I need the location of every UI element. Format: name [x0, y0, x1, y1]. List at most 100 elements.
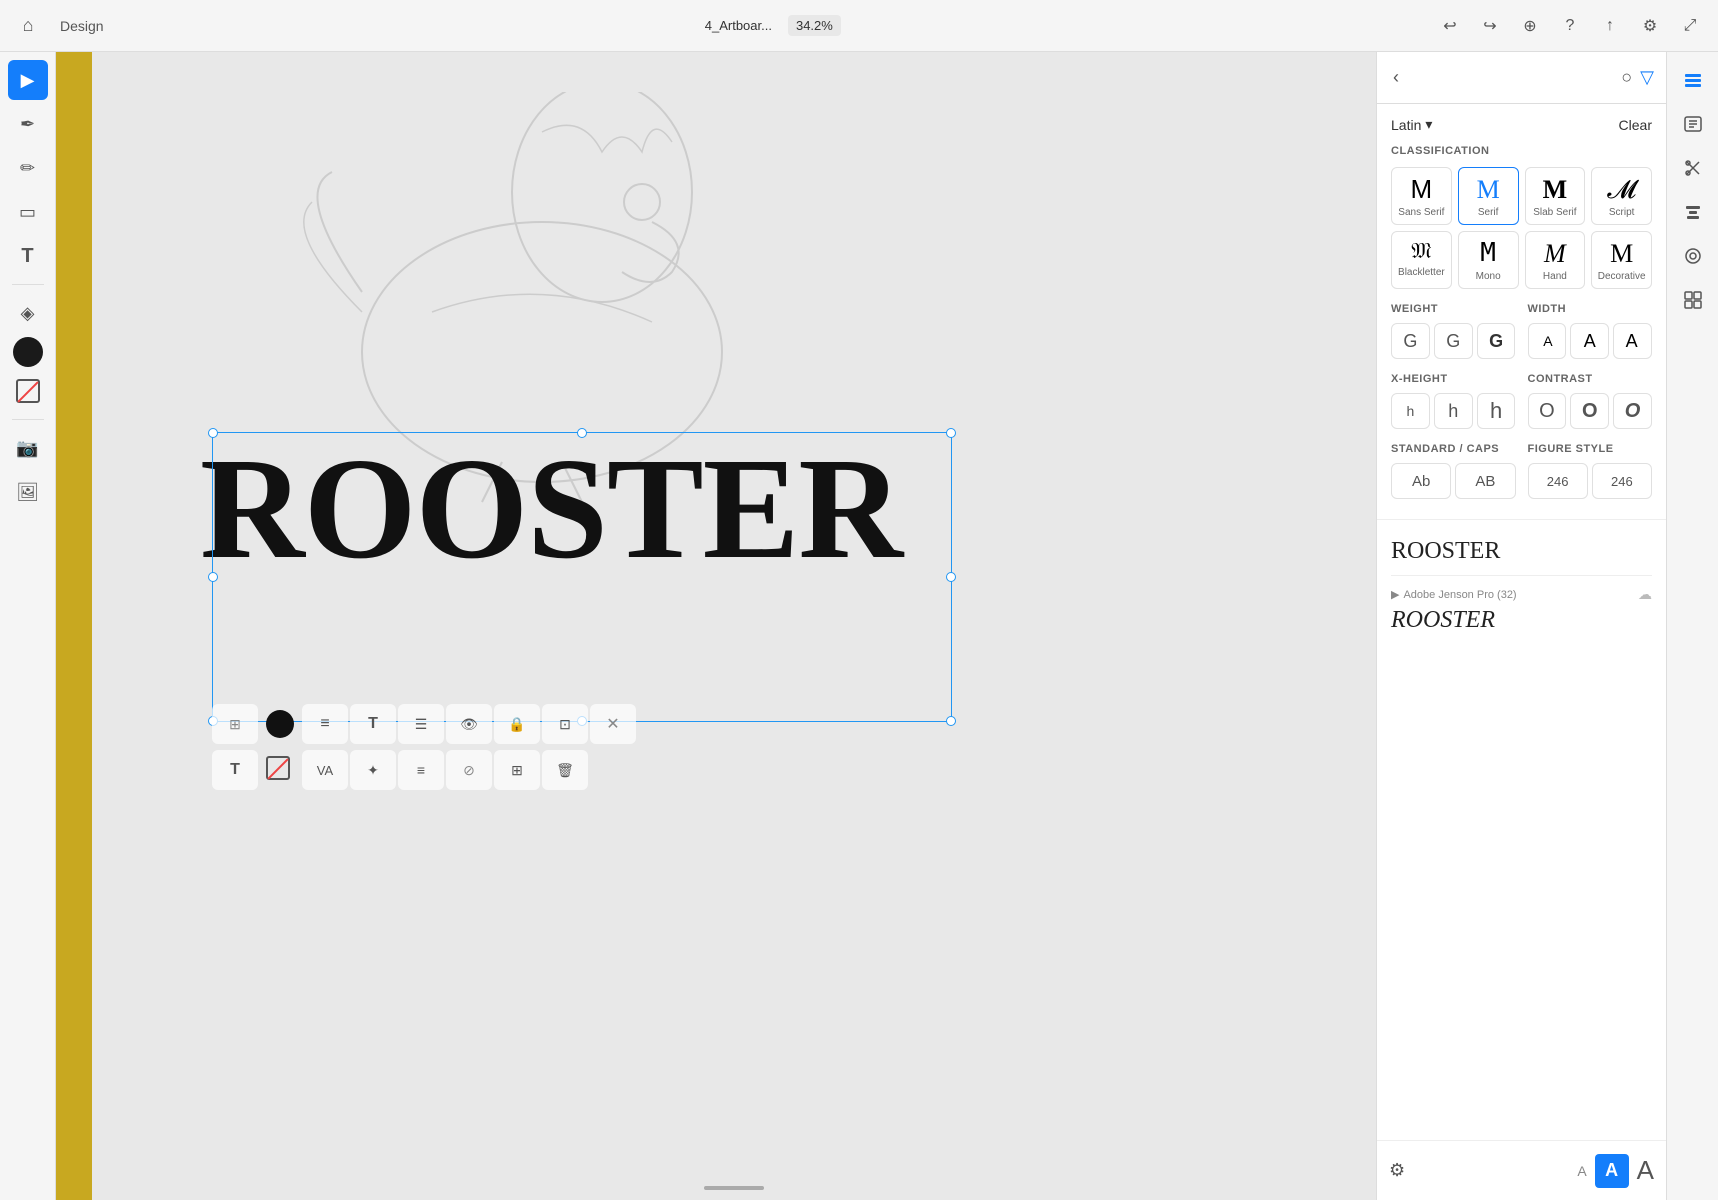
- design-label[interactable]: Design: [52, 14, 112, 38]
- pen-tool[interactable]: ✒: [8, 104, 48, 144]
- palette-button[interactable]: [1673, 236, 1713, 276]
- font-item-2[interactable]: ▶ Adobe Jenson Pro (32) ☁ ROOSTER: [1377, 576, 1666, 644]
- width-group: WIDTH A A A: [1528, 303, 1653, 359]
- xh-large[interactable]: h: [1477, 393, 1516, 429]
- zoom-label[interactable]: 34.2%: [788, 15, 841, 36]
- properties-panel-button[interactable]: [1673, 104, 1713, 144]
- expand-arrow[interactable]: ▶: [1391, 588, 1399, 601]
- font-size-med-button[interactable]: A: [1595, 1154, 1629, 1188]
- class-blackletter[interactable]: 𝔐 Blackletter: [1391, 231, 1452, 289]
- camera-tool[interactable]: 📷: [8, 428, 48, 468]
- text-style-icon[interactable]: T: [350, 704, 396, 744]
- contrast-label: CONTRAST: [1528, 373, 1653, 385]
- stroke-color[interactable]: [8, 371, 48, 411]
- width-narrow[interactable]: A: [1528, 323, 1567, 359]
- va-icon[interactable]: VA: [302, 750, 348, 790]
- xheight-label: X-HEIGHT: [1391, 373, 1516, 385]
- decorative-label: Decorative: [1598, 271, 1646, 282]
- xh-medium[interactable]: h: [1434, 393, 1473, 429]
- handle-mr[interactable]: [946, 572, 956, 582]
- settings-button[interactable]: ⚙: [1634, 10, 1666, 42]
- weight-thin[interactable]: G: [1391, 323, 1430, 359]
- share-button[interactable]: ↑: [1594, 10, 1626, 42]
- class-mono[interactable]: M Mono: [1458, 231, 1519, 289]
- scissors-button[interactable]: [1673, 148, 1713, 188]
- collab-button[interactable]: ⊕: [1514, 10, 1546, 42]
- font-item-1[interactable]: ROOSTER: [1377, 528, 1666, 575]
- text-icon2[interactable]: T: [212, 750, 258, 790]
- xh-small[interactable]: h: [1391, 393, 1430, 429]
- help-button[interactable]: ?: [1554, 10, 1586, 42]
- handle-tr[interactable]: [946, 428, 956, 438]
- panel-filter-button[interactable]: ▽: [1640, 67, 1654, 88]
- delete-icon[interactable]: 🗑: [542, 750, 588, 790]
- class-decorative[interactable]: M Decorative: [1591, 231, 1652, 289]
- width-label: WIDTH: [1528, 303, 1653, 315]
- standard-caps[interactable]: AB: [1455, 463, 1515, 499]
- right-panel: ‹ ○ ▽ Latin ▾ Clear CLASSIFICATION M: [1376, 52, 1666, 1200]
- scrollbar[interactable]: [704, 1186, 764, 1190]
- figure-oldstyle[interactable]: 246: [1592, 463, 1652, 499]
- fill-swatch[interactable]: [266, 710, 294, 738]
- layers-panel-button[interactable]: [1673, 60, 1713, 100]
- grid-icon[interactable]: ⊞: [212, 704, 258, 744]
- xheight-options: h h h: [1391, 393, 1516, 429]
- stroke-swatch[interactable]: [266, 756, 294, 784]
- lock-icon[interactable]: 🔒: [494, 704, 540, 744]
- serif-letter: M: [1477, 174, 1500, 205]
- settings-gear-button[interactable]: ⚙: [1389, 1160, 1405, 1181]
- close-icon[interactable]: ✕: [590, 704, 636, 744]
- undo-button[interactable]: ↩: [1434, 10, 1466, 42]
- width-normal[interactable]: A: [1570, 323, 1609, 359]
- rooster-text-display[interactable]: ROOSTER: [200, 437, 902, 582]
- eye-icon[interactable]: 👁: [446, 704, 492, 744]
- panel-header: ‹ ○ ▽: [1377, 52, 1666, 104]
- home-button[interactable]: ⌂: [12, 10, 44, 42]
- panel-back-button[interactable]: ‹: [1389, 63, 1403, 92]
- font-size-large-button[interactable]: A: [1637, 1155, 1654, 1186]
- font-size-small-button[interactable]: A: [1577, 1163, 1586, 1179]
- image-tool[interactable]: 🖼: [8, 472, 48, 512]
- crop-icon[interactable]: ⊡: [542, 704, 588, 744]
- contrast-none[interactable]: O: [1528, 393, 1567, 429]
- cloud-download-icon[interactable]: ☁: [1638, 586, 1652, 603]
- class-sans-serif[interactable]: M Sans Serif: [1391, 167, 1452, 225]
- fill-color[interactable]: [13, 337, 43, 367]
- links-button[interactable]: [1673, 280, 1713, 320]
- layers-icon[interactable]: ≡: [302, 704, 348, 744]
- weight-bold[interactable]: G: [1477, 323, 1516, 359]
- standard-mixed[interactable]: Ab: [1391, 463, 1451, 499]
- topbar-center: 4_Artboar... 34.2%: [120, 15, 1426, 36]
- handle-br[interactable]: [946, 716, 956, 726]
- panel-search-button[interactable]: ○: [1621, 67, 1632, 88]
- clear-button[interactable]: Clear: [1619, 117, 1652, 133]
- class-slab-serif[interactable]: M Slab Serif: [1525, 167, 1586, 225]
- weight-medium[interactable]: G: [1434, 323, 1473, 359]
- expand-button[interactable]: ⤢: [1674, 10, 1706, 42]
- align-icon[interactable]: ≡: [398, 750, 444, 790]
- rectangle-tool[interactable]: ▭: [8, 192, 48, 232]
- class-script[interactable]: 𝓜 Script: [1591, 167, 1652, 225]
- transform-icon[interactable]: ✦: [350, 750, 396, 790]
- slab-serif-label: Slab Serif: [1533, 207, 1576, 218]
- align-panel-button[interactable]: [1673, 192, 1713, 232]
- slash-icon[interactable]: ⊘: [446, 750, 492, 790]
- grid2-icon[interactable]: ⊞: [494, 750, 540, 790]
- pencil-tool[interactable]: ✏: [8, 148, 48, 188]
- standard-options: Ab AB: [1391, 463, 1516, 499]
- contrast-high[interactable]: O: [1613, 393, 1652, 429]
- width-wide[interactable]: A: [1613, 323, 1652, 359]
- figure-options: 246 246: [1528, 463, 1653, 499]
- select-tool[interactable]: ▶: [8, 60, 48, 100]
- canvas-area[interactable]: ROOSTER ⊞ ≡ T ☰ 👁 🔒 ⊡ ✕ T: [92, 52, 1376, 1200]
- figure-lining[interactable]: 246: [1528, 463, 1588, 499]
- contrast-medium[interactable]: O: [1570, 393, 1609, 429]
- paragraph-icon[interactable]: ☰: [398, 704, 444, 744]
- filter-lang-row: Latin ▾ Clear: [1391, 116, 1652, 133]
- lang-selector[interactable]: Latin ▾: [1391, 116, 1432, 133]
- class-serif[interactable]: M Serif: [1458, 167, 1519, 225]
- pin-tool[interactable]: ◈: [8, 293, 48, 333]
- redo-button[interactable]: ↪: [1474, 10, 1506, 42]
- text-tool[interactable]: T: [8, 236, 48, 276]
- class-hand[interactable]: M Hand: [1525, 231, 1586, 289]
